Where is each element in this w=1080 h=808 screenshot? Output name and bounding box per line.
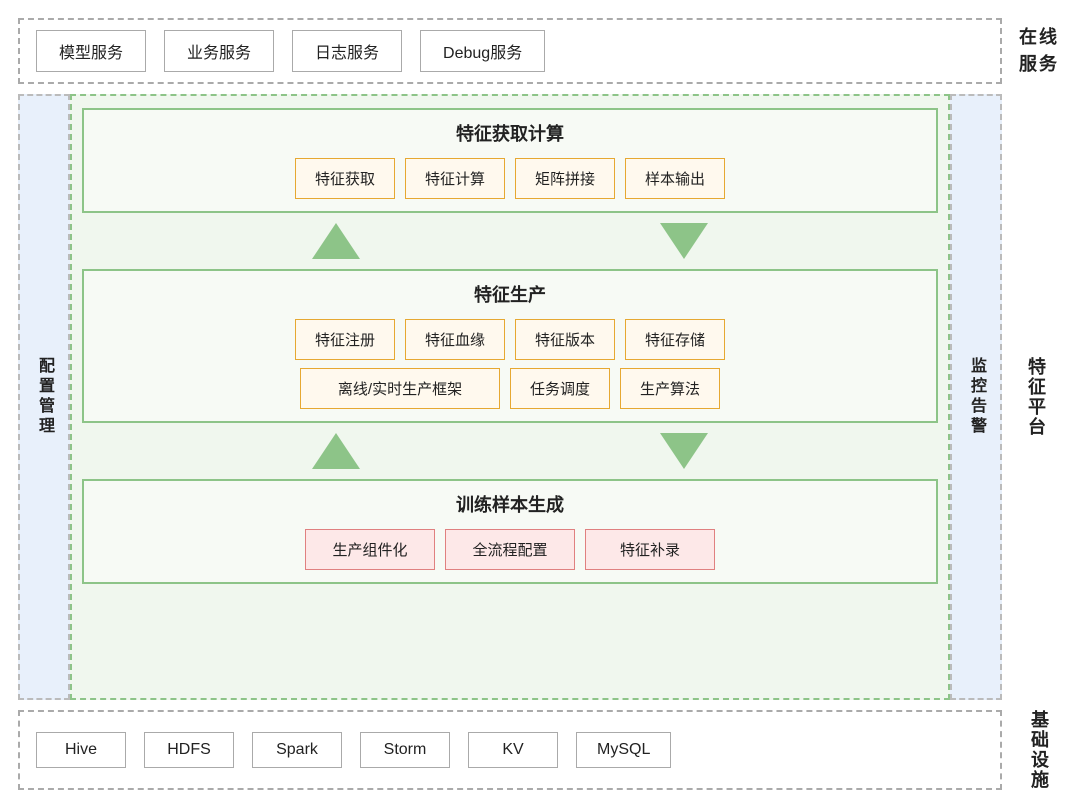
infrastructure-section: Hive HDFS Spark Storm KV MySQL 基础设施	[18, 710, 1062, 790]
infrastructure-label: 基础设施	[1002, 710, 1062, 790]
feature-platform-area: 特征获取计算 特征获取 特征计算 矩阵拼接 样本输出 特征生	[70, 94, 950, 700]
online-services-container: 模型服务 业务服务 日志服务 Debug服务	[18, 18, 1002, 84]
feature-get-box: 特征获取	[295, 158, 395, 199]
feature-version-box: 特征版本	[515, 319, 615, 360]
arrow-up-icon-2	[312, 433, 360, 469]
training-sample-section: 训练样本生成 生产组件化 全流程配置 特征补录	[82, 479, 938, 584]
full-process-config-box: 全流程配置	[445, 529, 575, 570]
feature-acquisition-section: 特征获取计算 特征获取 特征计算 矩阵拼接 样本输出	[82, 108, 938, 213]
offline-realtime-framework-box: 离线/实时生产框架	[300, 368, 500, 409]
monitoring-alert-label: 监控告警	[964, 357, 988, 437]
hdfs-box: HDFS	[144, 732, 234, 768]
kv-box: KV	[468, 732, 558, 768]
hive-box: Hive	[36, 732, 126, 768]
log-service-box: 日志服务	[292, 30, 402, 72]
training-sample-title: 训练样本生成	[96, 491, 924, 517]
storm-box: Storm	[360, 732, 450, 768]
infrastructure-container: Hive HDFS Spark Storm KV MySQL	[18, 710, 1002, 790]
sample-output-box: 样本输出	[625, 158, 725, 199]
model-service-box: 模型服务	[36, 30, 146, 72]
production-componentization-box: 生产组件化	[305, 529, 435, 570]
online-services-section: 模型服务 业务服务 日志服务 Debug服务 在线 服务	[18, 18, 1062, 84]
mysql-box: MySQL	[576, 732, 671, 768]
business-service-box: 业务服务	[164, 30, 274, 72]
arrows-row-1	[82, 223, 938, 259]
feature-register-box: 特征注册	[295, 319, 395, 360]
arrow-down-icon-2	[660, 433, 708, 469]
production-algorithm-box: 生产算法	[620, 368, 720, 409]
feature-production-section: 特征生产 特征注册 特征血缘 特征版本 特征存储 离线/实时生产框架 任务调度 …	[82, 269, 938, 423]
arrow-down-icon	[660, 223, 708, 259]
spark-box: Spark	[252, 732, 342, 768]
task-scheduling-box: 任务调度	[510, 368, 610, 409]
middle-section: 配置管理 特征获取计算 特征获取 特征计算 矩阵拼接 样本输出	[18, 94, 1062, 700]
feature-production-row1: 特征注册 特征血缘 特征版本 特征存储	[96, 319, 924, 360]
matrix-concat-box: 矩阵拼接	[515, 158, 615, 199]
feature-production-title: 特征生产	[96, 281, 924, 307]
feature-supplement-box: 特征补录	[585, 529, 715, 570]
feature-calc-box: 特征计算	[405, 158, 505, 199]
arrows-row-2	[82, 433, 938, 469]
feature-storage-box: 特征存储	[625, 319, 725, 360]
feature-acquisition-title: 特征获取计算	[96, 120, 924, 146]
feature-acquisition-boxes: 特征获取 特征计算 矩阵拼接 样本输出	[96, 158, 924, 199]
online-services-label: 在线 服务	[1002, 18, 1062, 84]
config-management-label: 配置管理	[32, 357, 56, 437]
monitoring-alert-panel: 监控告警	[950, 94, 1002, 700]
debug-service-box: Debug服务	[420, 30, 545, 72]
config-management-panel: 配置管理	[18, 94, 70, 700]
feature-production-row2: 离线/实时生产框架 任务调度 生产算法	[96, 368, 924, 409]
training-sample-boxes: 生产组件化 全流程配置 特征补录	[96, 529, 924, 570]
feature-platform-label: 特征平台	[1002, 94, 1062, 700]
arrow-up-icon	[312, 223, 360, 259]
feature-lineage-box: 特征血缘	[405, 319, 505, 360]
